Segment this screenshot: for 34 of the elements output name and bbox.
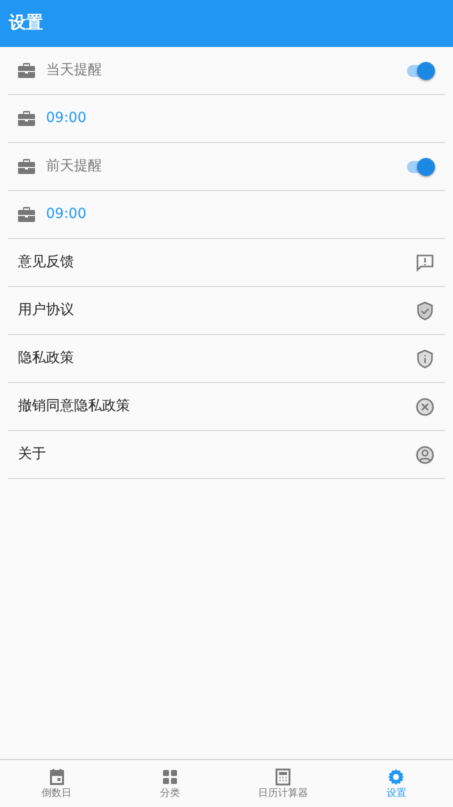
- settings-item-label: 关于: [18, 445, 46, 464]
- toggle-switch[interactable]: [407, 60, 435, 80]
- settings-item-label: 用户协议: [18, 301, 74, 320]
- reminder-time[interactable]: 09:00: [46, 108, 86, 129]
- briefcase-icon: [18, 63, 35, 78]
- feedback-icon: [415, 252, 435, 272]
- settings-item-label: 撤销同意隐私政策: [18, 397, 130, 416]
- settings-item-label: 隐私政策: [18, 349, 74, 368]
- settings-item[interactable]: 意见反馈: [8, 239, 445, 287]
- setting-label: 当天提醒: [46, 61, 102, 80]
- user-circle-icon: [415, 444, 435, 464]
- toggle-switch[interactable]: [407, 156, 435, 176]
- nav-tab[interactable]: 设置: [340, 760, 453, 807]
- nav-tab[interactable]: 倒数日: [0, 760, 114, 807]
- briefcase-icon: [18, 111, 35, 126]
- briefcase-icon: [18, 159, 35, 174]
- close-icon: [415, 396, 435, 416]
- shield-info-icon: [415, 348, 435, 368]
- briefcase-icon: [18, 207, 35, 222]
- app-bar-title: 设置: [9, 12, 43, 35]
- settings-item[interactable]: 撤销同意隐私政策: [8, 383, 445, 431]
- nav-tab[interactable]: 分类: [113, 760, 226, 807]
- calculator-icon: [274, 768, 292, 786]
- settings-icon: [387, 768, 406, 786]
- nav-tab[interactable]: 日历计算器: [226, 760, 340, 807]
- grid-icon: [160, 768, 179, 786]
- settings-item[interactable]: 隐私政策: [8, 335, 445, 383]
- reminder-time[interactable]: 09:00: [46, 204, 86, 225]
- setting-label: 前天提醒: [46, 157, 102, 176]
- calendar-icon: [48, 768, 66, 786]
- settings-item-label: 意见反馈: [18, 253, 74, 272]
- settings-item[interactable]: 用户协议: [8, 287, 445, 335]
- shield-check-icon: [415, 300, 435, 320]
- settings-item[interactable]: 关于: [8, 431, 445, 479]
